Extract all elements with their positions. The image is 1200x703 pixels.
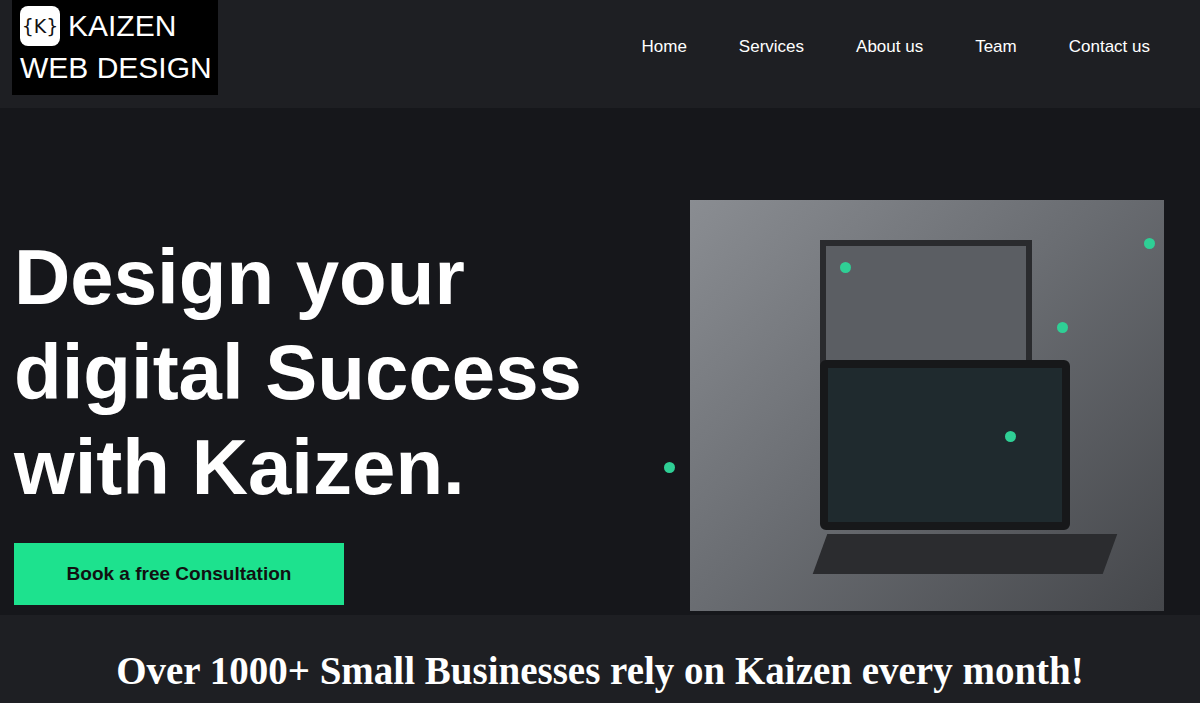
header: {K} KAIZEN WEB DESIGN Home Services About … xyxy=(0,0,1200,108)
decor-dot xyxy=(840,262,851,273)
hero-photo xyxy=(690,200,1164,611)
logo-k-icon: {K} xyxy=(20,6,60,46)
nav-item[interactable]: Home xyxy=(642,36,687,58)
laptop xyxy=(820,360,1090,590)
nav-item[interactable]: Contact us xyxy=(1069,36,1150,58)
banner-text: Over 1000+ Small Businesses rely on Kaiz… xyxy=(116,626,1084,693)
laptop-screen xyxy=(820,360,1070,530)
heading-line: Design your xyxy=(14,230,582,325)
decor-dot xyxy=(1144,238,1155,249)
decor-dot xyxy=(664,462,675,473)
main-nav: Home Services About us Team Contact us xyxy=(642,36,1151,58)
logo-top: {K} KAIZEN xyxy=(20,6,212,46)
nav-item[interactable]: About us xyxy=(856,36,923,58)
consultation-button[interactable]: Book a free Consultation xyxy=(14,543,344,605)
laptop-keyboard xyxy=(813,534,1118,574)
nav-item[interactable]: Services xyxy=(739,36,804,58)
hero-heading: Design yourdigital Successwith Kaizen. xyxy=(14,230,582,515)
decor-dot xyxy=(1005,431,1016,442)
hero: Design yourdigital Successwith Kaizen. B… xyxy=(0,108,1200,615)
logo-subtitle: WEB DESIGN xyxy=(20,48,212,88)
logo-title: KAIZEN xyxy=(68,6,176,46)
decor-dot xyxy=(1057,322,1068,333)
nav-item[interactable]: Team xyxy=(975,36,1017,58)
hero-content: Design yourdigital Successwith Kaizen. B… xyxy=(14,200,664,605)
heading-line: with Kaizen. xyxy=(14,420,582,515)
logo[interactable]: {K} KAIZEN WEB DESIGN xyxy=(12,0,218,95)
trust-banner: Over 1000+ Small Businesses rely on Kaiz… xyxy=(0,615,1200,703)
landing-page: {K} KAIZEN WEB DESIGN Home Services About … xyxy=(0,0,1200,703)
heading-line: digital Success xyxy=(14,325,582,420)
